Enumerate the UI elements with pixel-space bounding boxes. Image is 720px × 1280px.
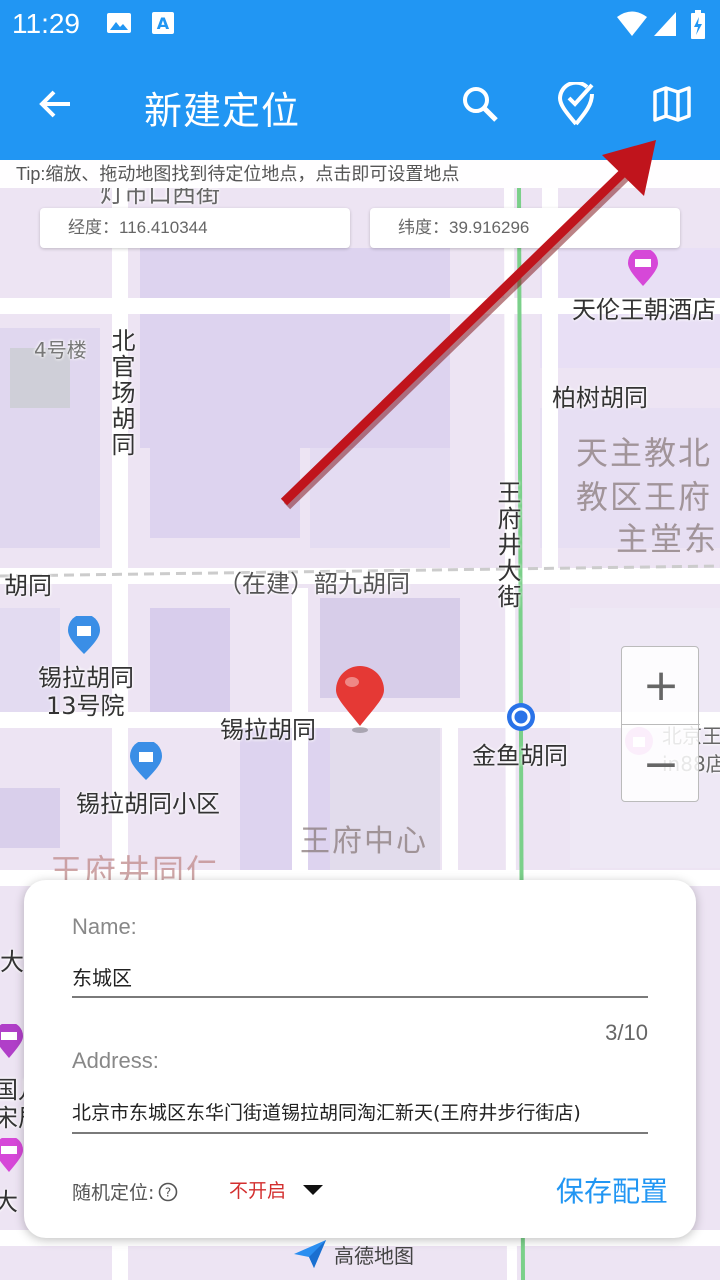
zoom-in-button[interactable]: + <box>622 647 700 725</box>
map-label-shaojiu: （在建）韶九胡同 <box>218 570 410 598</box>
svg-text:?: ? <box>165 1185 171 1199</box>
map-label-left-da1: 大 <box>0 948 24 976</box>
location-check-icon <box>557 82 594 126</box>
map-provider-logo: 高德地图 <box>292 1238 414 1270</box>
name-label: Name: <box>72 914 137 939</box>
hotel-poi-icon <box>626 248 660 292</box>
random-location-value: 不开启 <box>229 1180 287 1202</box>
map-label-left-da2: 大 <box>0 1188 18 1216</box>
map-label-church-3: 主堂东 <box>616 520 719 558</box>
map-type-button[interactable] <box>648 80 696 128</box>
name-underline <box>72 996 648 998</box>
status-time: 11:29 <box>12 8 80 39</box>
hotel-poi-icon-3 <box>0 1136 24 1178</box>
map-label-building4: 4号楼 <box>34 338 87 362</box>
residential-poi-icon <box>66 614 102 660</box>
location-pin-icon <box>334 666 386 738</box>
dropdown-arrow-icon <box>303 1184 324 1195</box>
name-input[interactable]: 东城区 <box>72 962 648 991</box>
address-input[interactable]: 北京市东城区东华门街道锡拉胡同淘汇新天(王府井步行街店) <box>72 1098 648 1125</box>
help-icon[interactable]: ? <box>158 1182 178 1202</box>
map-label-church-1: 天主教北 <box>576 434 713 472</box>
name-counter: 3/10 <box>605 1020 648 1045</box>
location-form-card: Name: 东城区 3/10 Address: 北京市东城区东华门街道锡拉胡同淘… <box>24 880 696 1238</box>
random-location-dropdown[interactable]: 不开启 <box>229 1176 324 1203</box>
app-notification-icon: A <box>150 10 176 40</box>
map-label-hotel: 天伦王朝酒店 <box>572 296 716 324</box>
map-label-wfj-center: 王府中心 <box>300 824 428 859</box>
zoom-out-button[interactable]: − <box>622 725 700 803</box>
map-label-hutong-left: 胡同 <box>4 572 52 600</box>
tip-text: Tip:缩放、拖动地图找到待定位地点，点击即可设置地点 <box>0 160 720 188</box>
save-config-button[interactable]: 保存配置 <box>556 1170 668 1210</box>
longitude-box: 经度：116.410344 <box>40 208 350 248</box>
battery-icon <box>690 10 706 44</box>
back-arrow-icon <box>39 90 70 118</box>
map-label-xila-xiaoqu: 锡拉胡同小区 <box>76 790 220 818</box>
map-label-wangfujing-street: 王府井大街 <box>493 480 521 610</box>
map-icon <box>653 86 691 122</box>
search-icon <box>463 87 498 122</box>
address-label: Address: <box>72 1048 159 1073</box>
back-button[interactable] <box>32 80 80 128</box>
residential-poi-icon-2 <box>128 740 164 786</box>
latitude-box: 纬度：39.916296 <box>370 208 680 248</box>
map-provider-name: 高德地图 <box>334 1243 414 1268</box>
search-button[interactable] <box>456 80 504 128</box>
map-label-xila13-2: 13号院 <box>46 692 125 720</box>
map-label-top: 灯市口西街 <box>100 188 220 208</box>
map-label-beiguanchang: 北官场胡同 <box>107 328 135 458</box>
amap-logo-icon <box>294 1240 326 1268</box>
map-label-xila: 锡拉胡同 <box>220 716 316 744</box>
address-underline <box>72 1132 648 1134</box>
svg-text:A: A <box>157 14 170 33</box>
random-location-setting: 随机定位: ? <box>72 1178 178 1205</box>
signal-icon <box>652 10 678 42</box>
image-notification-icon <box>106 10 132 40</box>
map-label-church-2: 教区王府 <box>576 478 713 516</box>
page-title: 新建定位 <box>144 89 301 133</box>
app-bar: 新建定位 <box>0 50 720 160</box>
wifi-icon <box>616 10 648 42</box>
locate-button[interactable] <box>552 80 600 128</box>
status-bar: 11:29 A <box>0 0 720 50</box>
random-location-label: 随机定位: <box>72 1182 155 1204</box>
zoom-control: + − <box>621 646 700 803</box>
subway-icon <box>506 702 536 736</box>
hotel-poi-icon-2 <box>0 1022 24 1064</box>
map-label-jinyu: 金鱼胡同 <box>472 742 568 770</box>
map-label-baishu: 柏树胡同 <box>552 384 648 412</box>
